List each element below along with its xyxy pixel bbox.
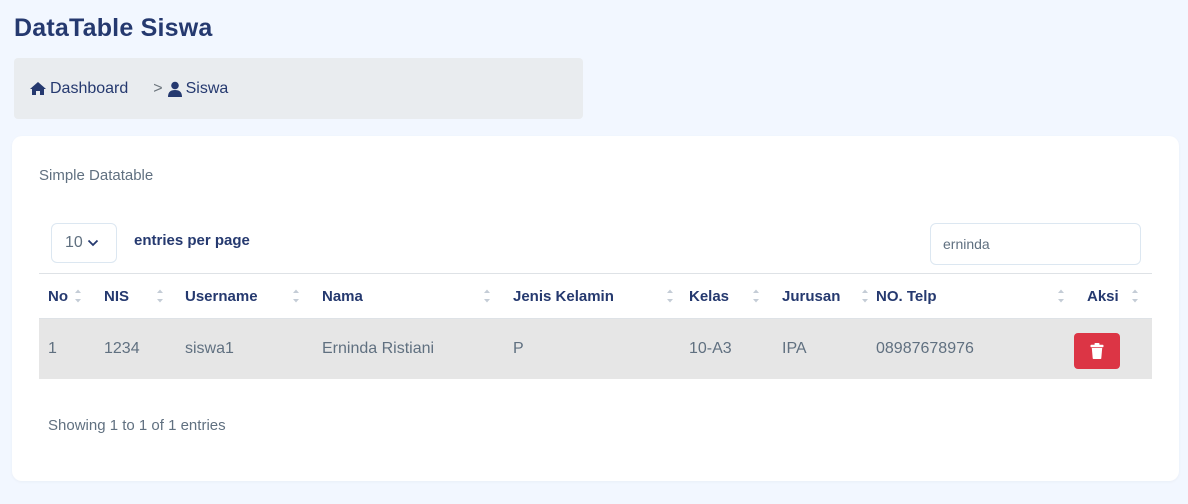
chevron-down-icon: [87, 239, 99, 247]
entries-per-page-label: entries per page: [134, 232, 250, 249]
datatable-card: Simple Datatable 10 entries per page No …: [12, 136, 1179, 481]
cell-username: siswa1: [185, 340, 234, 357]
breadcrumb: Dashboard > Siswa: [14, 58, 583, 119]
column-header-nama[interactable]: Nama: [322, 274, 363, 318]
sort-icon[interactable]: [292, 287, 300, 305]
breadcrumb-home-link[interactable]: Dashboard: [50, 80, 128, 98]
entries-per-page-select[interactable]: 10: [51, 223, 117, 263]
breadcrumb-separator: >: [153, 79, 163, 97]
home-icon: [29, 81, 47, 96]
column-header-jenis-kelamin[interactable]: Jenis Kelamin: [513, 274, 614, 318]
column-header-aksi[interactable]: Aksi: [1087, 274, 1119, 318]
cell-jurusan: IPA: [782, 340, 807, 357]
column-header-no-telp[interactable]: NO. Telp: [876, 274, 937, 318]
cell-no: 1: [48, 340, 57, 357]
trash-icon: [1090, 343, 1104, 359]
sort-icon[interactable]: [1057, 287, 1065, 305]
cell-nama: Erninda Ristiani: [322, 340, 435, 357]
cell-no-telp: 08987678976: [876, 340, 974, 357]
table-info: Showing 1 to 1 of 1 entries: [48, 417, 226, 434]
user-icon: [167, 81, 183, 97]
page-title: DataTable Siswa: [14, 14, 213, 42]
sort-icon[interactable]: [483, 287, 491, 305]
column-header-no[interactable]: No: [48, 274, 68, 318]
column-header-username[interactable]: Username: [185, 274, 258, 318]
table-header: No NIS Username Nama Jenis Kelamin Kelas…: [39, 273, 1152, 319]
sort-icon[interactable]: [752, 287, 760, 305]
entries-value: 10: [65, 234, 83, 251]
sort-icon[interactable]: [1131, 287, 1139, 305]
sort-icon[interactable]: [666, 287, 674, 305]
column-header-kelas[interactable]: Kelas: [689, 274, 729, 318]
card-title: Simple Datatable: [39, 167, 154, 184]
breadcrumb-current: Siswa: [185, 79, 229, 97]
sort-icon[interactable]: [156, 287, 164, 305]
students-table: No NIS Username Nama Jenis Kelamin Kelas…: [39, 273, 1152, 379]
column-header-jurusan[interactable]: Jurusan: [782, 274, 840, 318]
cell-jenis-kelamin: P: [513, 340, 524, 357]
search-input[interactable]: [930, 223, 1141, 265]
sort-icon[interactable]: [861, 287, 869, 305]
delete-button[interactable]: [1074, 333, 1120, 369]
sort-icon[interactable]: [74, 287, 82, 305]
cell-kelas: 10-A3: [689, 340, 732, 357]
cell-nis: 1234: [104, 340, 140, 357]
table-row: 1 1234 siswa1 Erninda Ristiani P 10-A3 I…: [39, 319, 1152, 379]
column-header-nis[interactable]: NIS: [104, 274, 129, 318]
